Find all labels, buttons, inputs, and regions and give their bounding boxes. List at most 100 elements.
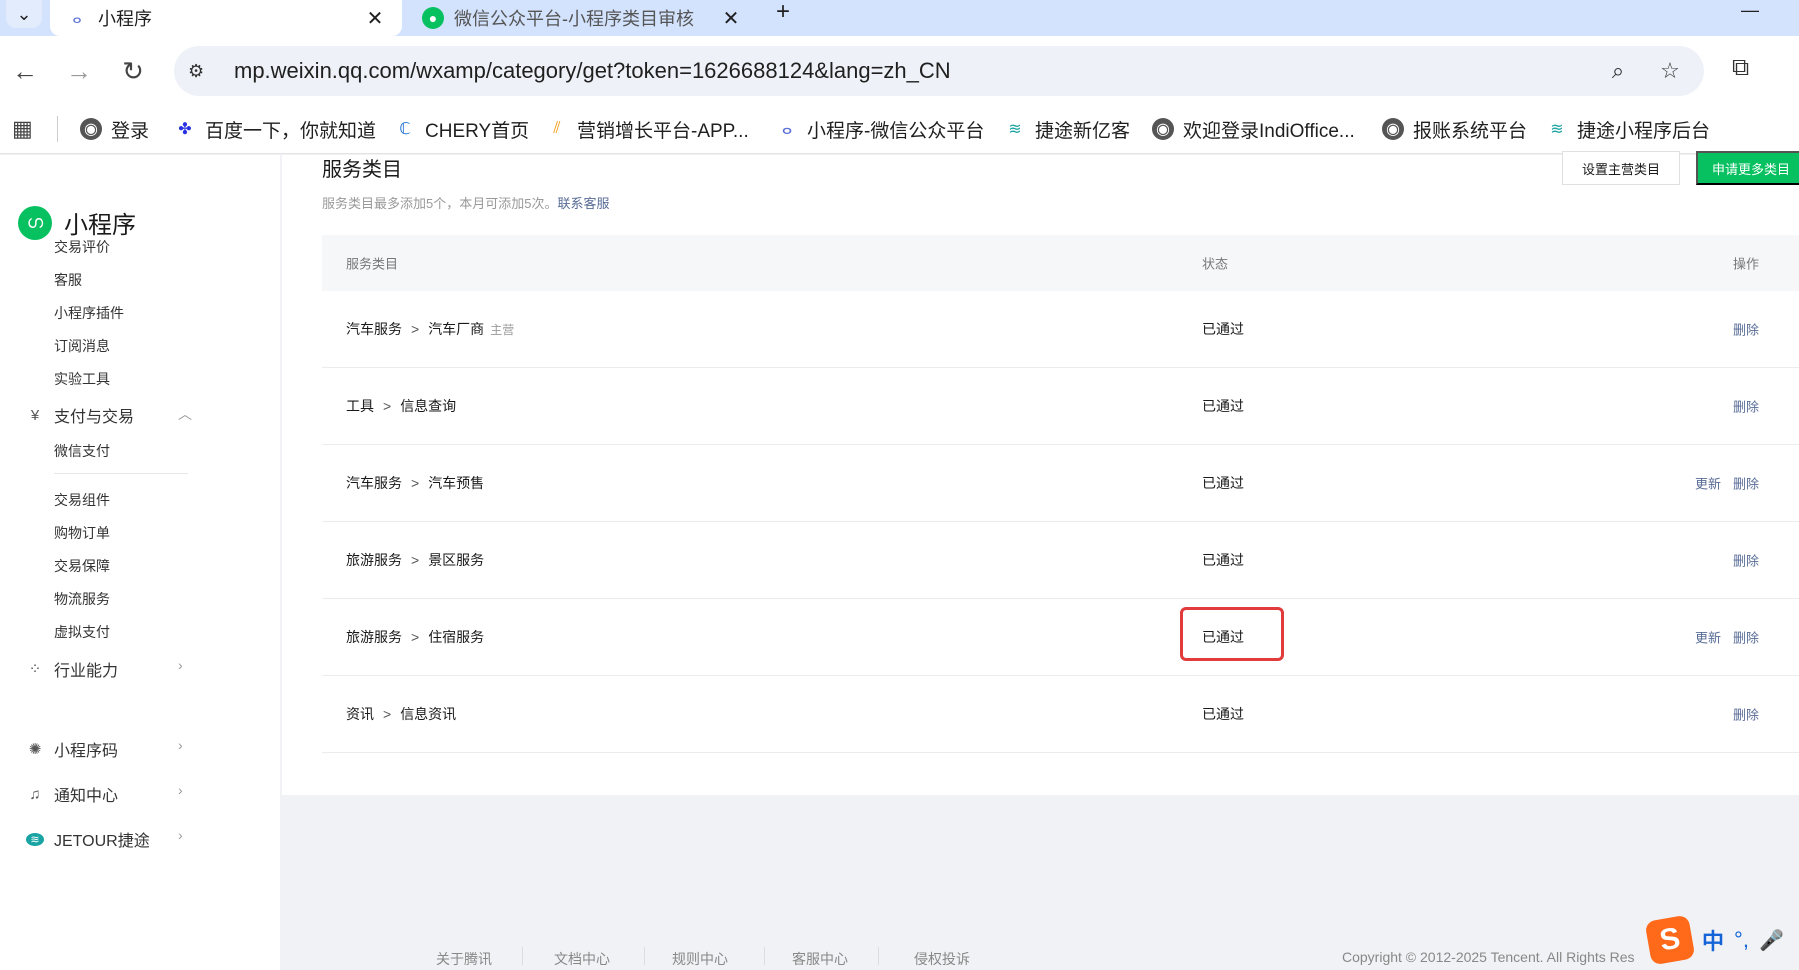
- bookmark-item[interactable]: ⴰ 小程序-微信公众平台: [776, 116, 985, 142]
- bookmark-star-icon[interactable]: ☆: [1652, 58, 1688, 84]
- chevron-right-icon[interactable]: ›: [178, 782, 183, 798]
- footer-link-complaint[interactable]: 侵权投诉: [914, 949, 970, 969]
- bookmark-separator: [57, 116, 58, 142]
- ime-punctuation-toggle[interactable]: °,: [1734, 927, 1749, 953]
- back-button[interactable]: ←: [10, 56, 40, 86]
- reload-button[interactable]: ↻: [118, 56, 148, 86]
- sidebar-item-logistics[interactable]: 物流服务: [54, 589, 110, 609]
- category-path: 汽车服务 > 汽车厂商 主营: [346, 321, 515, 337]
- table-row: 资讯 > 信息资讯 已通过 删除: [322, 676, 1799, 753]
- close-icon[interactable]: ✕: [720, 6, 742, 31]
- chevron-down-icon: ⌄: [16, 3, 32, 24]
- jetour-icon: ≋: [1550, 121, 1564, 138]
- category-path: 旅游服务 > 景区服务: [346, 552, 485, 568]
- page: ഗ 小程序 交易评价 客服 小程序插件 订阅消息 实验工具 ¥ 支付与交易 ︿ …: [0, 151, 1799, 970]
- account-avatar-icon: ≋: [26, 832, 44, 846]
- sidebar-item-wechat-pay[interactable]: 微信支付: [54, 441, 110, 461]
- footer-link-docs[interactable]: 文档中心: [554, 949, 610, 969]
- delete-link[interactable]: 删除: [1733, 320, 1759, 339]
- bookmark-item[interactable]: ℂ CHERY首页: [394, 116, 529, 142]
- ime-toolbar[interactable]: S 中 °, 🎤: [1644, 914, 1784, 966]
- status-text: 已通过: [1202, 706, 1244, 722]
- tab-miniprogram[interactable]: ⴰ 小程序 ✕: [50, 0, 402, 36]
- sidebar-item-trade-component[interactable]: 交易组件: [54, 490, 110, 510]
- sidebar-item-virtual-pay[interactable]: 虚拟支付: [54, 622, 110, 642]
- ime-mode-toggle[interactable]: 中: [1702, 924, 1724, 956]
- globe-icon: ◉: [80, 118, 102, 140]
- tab-search-button[interactable]: ⌄: [6, 0, 42, 28]
- delete-link[interactable]: 删除: [1733, 551, 1759, 570]
- zoom-icon[interactable]: ⌕: [1600, 58, 1636, 84]
- sidebar-account[interactable]: ≋ JETOUR捷途: [26, 827, 150, 851]
- wechat-icon: ●: [422, 7, 444, 29]
- contact-service-link[interactable]: 联系客服: [557, 196, 609, 211]
- sidebar-group-notifications[interactable]: ♫ 通知中心: [26, 782, 118, 806]
- sidebar-item-plugins[interactable]: 小程序插件: [54, 303, 124, 323]
- set-main-category-button[interactable]: 设置主营类目: [1562, 151, 1680, 185]
- browser-toolbar: ← → ↻ ⚙ mp.weixin.qq.com/wxamp/category/…: [0, 36, 1799, 104]
- sidebar-item-subscribe-msg[interactable]: 订阅消息: [54, 336, 110, 356]
- chevron-right-icon[interactable]: ›: [178, 827, 183, 843]
- url-text[interactable]: mp.weixin.qq.com/wxamp/category/get?toke…: [234, 58, 1600, 84]
- category-path: 旅游服务 > 住宿服务: [346, 629, 485, 645]
- status-text: 已通过: [1202, 552, 1244, 568]
- delete-link[interactable]: 删除: [1733, 705, 1759, 724]
- microphone-icon[interactable]: 🎤: [1759, 928, 1784, 953]
- delete-link[interactable]: 删除: [1733, 628, 1759, 647]
- table-header: 服务类目 状态 操作: [322, 235, 1799, 291]
- sidebar-group-industry[interactable]: ⁘ 行业能力: [26, 657, 118, 681]
- bookmark-item[interactable]: ⫽ 营销增长平台-APP...: [546, 116, 748, 142]
- main-tag: 主营: [490, 323, 515, 337]
- tab-title: 微信公众平台-小程序类目审核: [454, 9, 694, 29]
- globe-icon: ◉: [1382, 118, 1404, 140]
- sogou-logo-icon[interactable]: S: [1644, 914, 1696, 966]
- sidebar-item-lab-tools[interactable]: 实验工具: [54, 369, 110, 389]
- apps-grid-icon[interactable]: ▦: [12, 116, 33, 142]
- header-status: 状态: [1202, 256, 1229, 272]
- jetour-icon: ≋: [1008, 121, 1022, 138]
- status-text: 已通过: [1202, 398, 1244, 414]
- new-tab-button[interactable]: +: [776, 0, 790, 28]
- bookmark-item[interactable]: ◉ 欢迎登录IndiOffice...: [1152, 116, 1355, 142]
- brand[interactable]: ഗ 小程序: [18, 205, 136, 240]
- chery-icon: ℂ: [399, 121, 411, 138]
- sidebar-item-trade-guarantee[interactable]: 交易保障: [54, 556, 110, 576]
- footer-link-about[interactable]: 关于腾讯: [436, 949, 492, 969]
- apply-more-category-button[interactable]: 申请更多类目: [1696, 151, 1799, 185]
- bookmark-item[interactable]: ✤ 百度一下，你就知道: [174, 116, 376, 142]
- delete-link[interactable]: 删除: [1733, 397, 1759, 416]
- table-row: 汽车服务 > 汽车厂商 主营 已通过 删除: [322, 291, 1799, 368]
- tab-category-review[interactable]: ● 微信公众平台-小程序类目审核 ✕: [406, 0, 758, 36]
- minimize-button[interactable]: —: [1741, 0, 1759, 21]
- bookmark-item[interactable]: ◉ 登录: [80, 116, 149, 142]
- sidebar-group-qrcode[interactable]: ✺ 小程序码: [26, 737, 118, 761]
- footer-link-support[interactable]: 客服中心: [792, 949, 848, 969]
- update-link[interactable]: 更新: [1695, 474, 1721, 493]
- chevron-right-icon[interactable]: ›: [178, 657, 183, 673]
- delete-link[interactable]: 删除: [1733, 474, 1759, 493]
- bookmark-item[interactable]: ◉ 报账系统平台: [1382, 116, 1527, 142]
- sidebar-item-trade-review[interactable]: 交易评价: [54, 237, 110, 257]
- baidu-icon: ✤: [178, 121, 192, 138]
- chevron-right-icon[interactable]: ›: [178, 737, 183, 753]
- miniprogram-logo-icon: ഗ: [18, 205, 52, 240]
- close-icon[interactable]: ✕: [364, 6, 386, 31]
- industry-icon: ⁘: [28, 661, 42, 678]
- status-text: 已通过: [1202, 629, 1244, 645]
- miniprogram-icon: ⴰ: [72, 9, 82, 26]
- section-title: 服务类目: [322, 159, 402, 181]
- site-settings-icon[interactable]: ⚙: [188, 61, 216, 82]
- update-link[interactable]: 更新: [1695, 628, 1721, 647]
- extensions-icon[interactable]: ⧉: [1732, 54, 1749, 82]
- sidebar: ഗ 小程序 交易评价 客服 小程序插件 订阅消息 实验工具 ¥ 支付与交易 ︿ …: [0, 155, 280, 970]
- chevron-up-icon[interactable]: ︿: [178, 404, 192, 424]
- sidebar-item-customer-service[interactable]: 客服: [54, 270, 82, 290]
- table-row: 工具 > 信息查询 已通过 删除: [322, 368, 1799, 445]
- address-bar[interactable]: ⚙ mp.weixin.qq.com/wxamp/category/get?to…: [174, 46, 1704, 96]
- bookmark-item[interactable]: ≋ 捷途小程序后台: [1546, 116, 1710, 142]
- sidebar-item-shopping-orders[interactable]: 购物订单: [54, 523, 110, 543]
- forward-button[interactable]: →: [64, 56, 94, 86]
- bookmark-item[interactable]: ≋ 捷途新亿客: [1004, 116, 1130, 142]
- sidebar-group-payment[interactable]: ¥ 支付与交易: [26, 403, 134, 427]
- footer-link-rules[interactable]: 规则中心: [672, 949, 728, 969]
